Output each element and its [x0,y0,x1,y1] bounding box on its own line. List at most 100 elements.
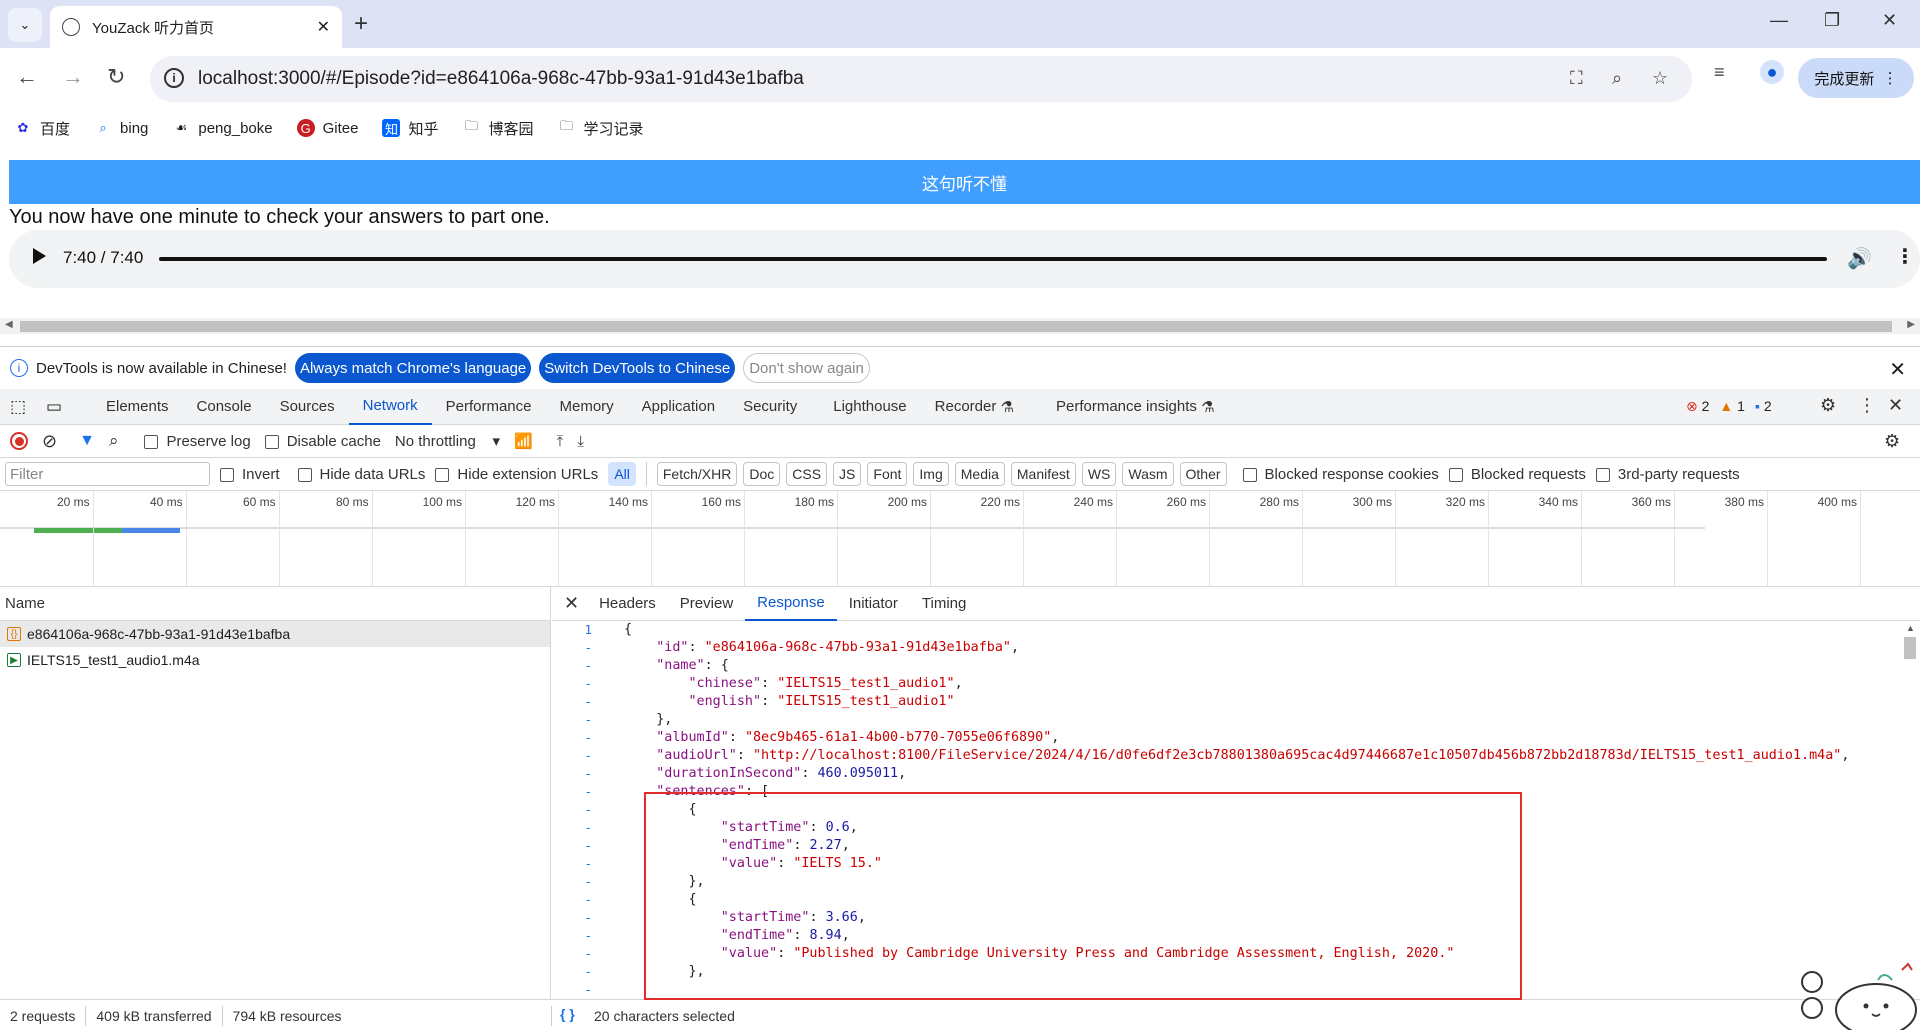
tab-sources[interactable]: Sources [266,389,349,425]
tab-performance[interactable]: Performance [432,389,546,425]
tab-recorder[interactable]: Recorder ⚗ [921,389,1028,425]
bookmark-bing[interactable]: ⌕ bing [94,119,148,137]
filter-type-fetch-xhr[interactable]: Fetch/XHR [656,462,738,486]
record-icon[interactable] [10,432,28,450]
close-detail-icon[interactable]: ✕ [564,593,579,614]
import-har-icon[interactable]: ⤒ [557,433,564,450]
audio-progress-bar[interactable] [159,257,1827,261]
scroll-left-icon[interactable]: ◀ [5,319,13,330]
player-more-icon[interactable]: ⋮ [1895,244,1915,269]
network-overview-timeline[interactable]: 20 ms 40 ms 60 ms 80 ms 100 ms 120 ms 140 ms 16… [0,491,1920,587]
pretty-print-icon[interactable]: { } [560,1006,575,1022]
forward-icon[interactable]: → [62,64,84,90]
tab-performance-insights[interactable]: Performance insights ⚗ [1042,389,1229,425]
network-settings-icon[interactable]: ⚙ [1884,431,1900,452]
message-badge: ▪ 2 [1755,398,1772,415]
tab-console[interactable]: Console [183,389,266,425]
tab-security[interactable]: Security [729,389,811,425]
bookmark-baidu[interactable]: ✿ 百度 [14,118,70,139]
search-icon[interactable]: ⌕ [109,431,119,451]
tab-lighthouse[interactable]: Lighthouse [819,389,920,425]
name-column-header[interactable]: Name [0,587,550,621]
zoom-icon[interactable]: ⌕ [1612,68,1622,89]
browser-tab-active[interactable]: YouZack 听力首页 ✕ [50,6,342,48]
filter-type-ws[interactable]: WS [1081,462,1117,486]
back-icon[interactable]: ← [16,64,38,90]
tab-network[interactable]: Network [348,389,432,425]
play-icon[interactable] [33,248,46,264]
restore-icon[interactable]: ❐ [1824,10,1840,31]
tab-elements[interactable]: Elements [92,389,183,425]
reload-icon[interactable]: ↻ [107,64,125,90]
settings-gear-icon[interactable]: ⚙ [1820,395,1836,416]
dont-show-again-button[interactable]: Don't show again [743,353,870,383]
volume-icon[interactable]: 🔊 [1847,246,1872,271]
media-queue-icon[interactable]: ≡ [1714,62,1725,83]
tab-headers[interactable]: Headers [587,587,668,621]
address-bar[interactable]: i localhost:3000/#/Episode?id=e864106a-9… [150,56,1692,102]
bookmark-folder-bokeyuan[interactable]: 🗀 博客园 [463,118,534,139]
scroll-right-icon[interactable]: ▶ [1907,319,1915,330]
export-har-icon[interactable]: ⤓ [577,433,584,450]
bookmark-zhihu[interactable]: 知知乎 [382,118,439,139]
tab-timing[interactable]: Timing [910,587,978,621]
filter-type-js[interactable]: JS [833,462,862,486]
inspect-element-icon[interactable]: ⬚ [10,397,36,417]
filter-type-manifest[interactable]: Manifest [1010,462,1076,486]
match-language-button[interactable]: Always match Chrome's language [294,353,532,383]
bookmark-folder-xuexi[interactable]: 🗀 学习记录 [558,118,644,139]
filter-input[interactable]: Filter [5,462,210,486]
close-tab-icon[interactable]: ✕ [317,17,330,37]
new-tab-button[interactable]: + [354,10,368,38]
scroll-up-icon[interactable]: ▲ [1906,623,1915,633]
devtools-more-icon[interactable]: ⋮ [1858,395,1876,416]
bookmark-gitee[interactable]: G Gitee [296,119,359,137]
filter-type-media[interactable]: Media [954,462,1005,486]
blocked-cookies-checkbox[interactable]: Blocked response cookies [1242,466,1439,483]
tab-preview[interactable]: Preview [668,587,745,621]
preserve-log-checkbox[interactable]: Preserve log [144,433,251,450]
filter-type-wasm[interactable]: Wasm [1122,462,1174,486]
not-understood-button[interactable]: 这句听不懂 [9,160,1920,204]
minimize-icon[interactable]: — [1770,10,1788,31]
scrollbar-thumb[interactable] [1904,637,1916,659]
horizontal-scrollbar[interactable]: ◀ ▶ [0,318,1920,334]
filter-type-doc[interactable]: Doc [743,462,781,486]
switch-chinese-button[interactable]: Switch DevTools to Chinese [539,353,736,383]
tab-memory[interactable]: Memory [546,389,628,425]
filter-type-css[interactable]: CSS [786,462,828,486]
update-button[interactable]: 完成更新 ⋮ [1798,58,1914,98]
filter-type-other[interactable]: Other [1179,462,1227,486]
blocked-requests-checkbox[interactable]: Blocked requests [1448,466,1586,483]
request-row[interactable]: {} e864106a-968c-47bb-93a1-91d43e1bafba [0,621,550,647]
request-row[interactable]: ▶ IELTS15_test1_audio1.m4a [0,647,550,673]
filter-type-font[interactable]: Font [867,462,908,486]
invert-checkbox[interactable]: Invert [220,466,280,483]
hide-extension-urls-checkbox[interactable]: Hide extension URLs [435,466,598,483]
hide-data-urls-checkbox[interactable]: Hide data URLs [297,466,425,483]
tab-initiator[interactable]: Initiator [837,587,910,621]
third-party-checkbox[interactable]: 3rd-party requests [1595,466,1740,483]
disable-cache-checkbox[interactable]: Disable cache [264,433,381,450]
filter-type-all[interactable]: All [608,462,636,486]
bookmark-star-icon[interactable]: ☆ [1652,68,1668,89]
bookmark-label: Gitee [322,119,359,137]
device-toolbar-icon[interactable]: ▭ [46,397,92,417]
close-devtools-icon[interactable]: ✕ [1888,395,1903,416]
throttling-select[interactable]: No throttling ▾ [395,432,500,450]
tab-search-button[interactable]: ⌄ [8,8,42,42]
clear-icon[interactable]: ⊘ [42,431,57,452]
close-banner-icon[interactable]: ✕ [1889,357,1906,382]
site-info-icon[interactable]: i [164,68,184,88]
tab-application[interactable]: Application [628,389,729,425]
filter-type-img[interactable]: Img [913,462,949,486]
bookmark-peng-boke[interactable]: ☙ peng_boke [172,119,273,137]
profile-avatar-icon[interactable]: ● [1760,60,1784,84]
scrollbar-thumb[interactable] [20,321,1892,332]
issue-badges[interactable]: ⊗ 2 ▲ 1 ▪ 2 [1686,398,1772,415]
translate-icon[interactable]: ⛶ [1570,68,1583,89]
network-conditions-icon[interactable]: 📶 [514,432,533,450]
window-close-icon[interactable]: ✕ [1882,10,1897,31]
filter-icon[interactable]: ▼ [79,432,95,450]
tab-response[interactable]: Response [745,587,837,621]
